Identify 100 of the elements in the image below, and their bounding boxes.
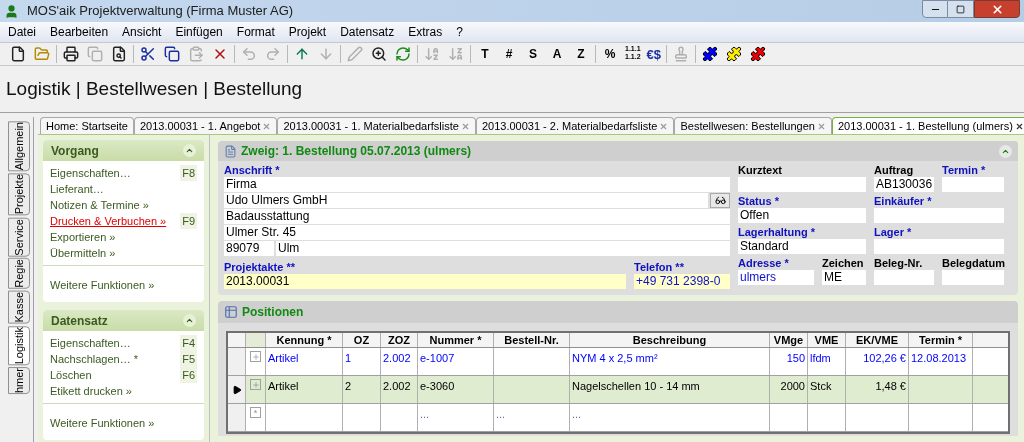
format-button[interactable]: T <box>476 45 494 63</box>
menu-item[interactable]: Datensatz <box>336 23 399 41</box>
format-button[interactable]: S <box>524 45 542 63</box>
menu-item[interactable]: Extras <box>404 23 447 41</box>
side-tab[interactable]: hmer <box>8 367 30 395</box>
table-cell: ... <box>418 404 494 431</box>
format-button[interactable]: # <box>500 45 518 63</box>
task-link[interactable]: Lieferant… <box>50 180 104 198</box>
side-tab[interactable]: Service <box>8 217 30 257</box>
column-header[interactable]: Bestell-Nr. <box>494 333 570 347</box>
input-field[interactable] <box>942 177 1004 192</box>
menu-item[interactable]: Datei <box>4 23 40 41</box>
input-field[interactable]: Udo Ulmers GmbH <box>224 193 708 208</box>
search-icon[interactable] <box>370 45 388 63</box>
column-header[interactable]: OZ <box>343 333 381 347</box>
restore-icon <box>956 4 965 14</box>
collapse-button[interactable] <box>999 144 1012 158</box>
side-tab[interactable]: Kasse <box>8 291 30 324</box>
task-link[interactable]: Exportieren » <box>50 228 116 246</box>
cut-icon[interactable] <box>139 45 157 63</box>
table-cell: 150 <box>770 348 808 375</box>
glasses-icon[interactable] <box>710 193 730 208</box>
input-field[interactable] <box>942 270 1004 285</box>
column-header[interactable]: ZOZ <box>381 333 418 347</box>
more-functions-link[interactable]: Weitere Funktionen » <box>50 279 155 291</box>
task-link[interactable]: Löschen <box>50 366 92 384</box>
column-header[interactable]: Beschreibung <box>570 333 770 347</box>
input-field[interactable]: Ulm <box>276 241 730 256</box>
page-heading: Logistik | Bestellwesen | Bestellung <box>6 76 303 101</box>
column-header[interactable]: VME <box>808 333 846 347</box>
menu-item[interactable]: Projekt <box>284 23 331 41</box>
input-field[interactable]: 2013.00031 <box>224 274 626 289</box>
input-field[interactable]: AB130036 <box>874 177 934 192</box>
input-field[interactable] <box>874 239 1004 254</box>
column-header[interactable]: Kennung * <box>266 333 343 347</box>
document-tab[interactable]: 2013.00031 - 2. Materialbedarfsliste <box>475 117 675 134</box>
folder-icon[interactable] <box>33 45 51 63</box>
side-tab[interactable]: Logistik <box>8 325 30 365</box>
document-tab[interactable]: Bestellwesen: Bestellungen <box>674 117 832 134</box>
puzzle-icon[interactable] <box>749 45 768 63</box>
input-field[interactable] <box>874 208 1004 223</box>
currency-button[interactable]: €$ <box>646 45 662 63</box>
expand-button[interactable] <box>250 379 261 390</box>
task-link[interactable]: Eigenschaften… <box>50 334 131 352</box>
format-button[interactable]: Z <box>572 45 590 63</box>
column-header[interactable]: Nummer * <box>418 333 494 347</box>
column-header[interactable]: EK/VME <box>846 333 909 347</box>
more-functions-link[interactable]: Weitere Funktionen » <box>50 417 155 429</box>
menu-item[interactable]: ? <box>452 23 467 41</box>
side-tab[interactable]: Allgemein <box>8 121 30 172</box>
collapse-button[interactable] <box>183 314 196 327</box>
task-link[interactable]: Etikett drucken » <box>50 382 132 400</box>
menu-item[interactable]: Format <box>232 23 279 41</box>
format-button[interactable]: % <box>601 45 619 63</box>
table-icon <box>224 305 238 319</box>
menu-item[interactable]: Bearbeiten <box>46 23 113 41</box>
task-link[interactable]: Notizen & Termine » <box>50 196 149 214</box>
close-button[interactable] <box>974 0 1020 18</box>
side-tab[interactable]: Regie <box>8 258 30 290</box>
row-header[interactable] <box>228 376 246 403</box>
input-field[interactable]: +49 731 2398-0 <box>634 274 730 289</box>
input-field[interactable] <box>874 270 934 285</box>
input-field[interactable]: 89079 <box>224 241 274 256</box>
input-field[interactable]: Firma <box>224 177 730 192</box>
menu-item[interactable]: Einfügen <box>171 23 227 41</box>
expand-button[interactable] <box>250 351 261 362</box>
shortcut-key: F9 <box>180 212 197 230</box>
minimize-button[interactable] <box>922 0 948 18</box>
collapse-button[interactable] <box>183 144 196 157</box>
menu-item[interactable]: Ansicht <box>118 23 166 41</box>
task-link[interactable]: Eigenschaften… <box>50 164 131 182</box>
document-tab[interactable]: Home: Startseite <box>40 117 134 134</box>
copy-icon[interactable] <box>163 45 181 63</box>
table-row[interactable]: Artikel 2 2.002 e-3060 Nagelschellen 10 - 14 mm 2000 Stck 1,48 € <box>228 376 1008 404</box>
task-link[interactable]: Übermitteln » <box>50 244 116 262</box>
document-tab[interactable]: 2013.00031 - 1. Materialbedarfsliste <box>277 117 476 134</box>
close-icon[interactable] <box>1014 121 1024 131</box>
input-field[interactable]: Ulmer Str. 45 <box>224 225 730 240</box>
document-tab[interactable]: 2013.00031 - 1. Angebot <box>133 117 278 134</box>
puzzle-icon[interactable] <box>701 45 720 63</box>
print-icon[interactable] <box>62 45 80 63</box>
document-tab[interactable]: 2013.00031 - 1. Bestellung (ulmers) <box>831 117 1024 134</box>
puzzle-icon[interactable] <box>725 45 744 63</box>
input-field[interactable]: ME <box>822 270 866 285</box>
column-header[interactable]: Termin * <box>909 333 973 347</box>
format-button[interactable]: A <box>548 45 566 63</box>
column-header[interactable]: VMge <box>770 333 808 347</box>
task-link[interactable]: Nachschlagen… <box>50 350 131 368</box>
input-field[interactable] <box>738 177 866 192</box>
new-file-icon[interactable] <box>9 45 27 63</box>
preview-icon[interactable] <box>110 45 128 63</box>
side-tab[interactable]: Projekte <box>8 173 30 216</box>
input-field[interactable]: ulmers <box>738 270 814 285</box>
input-field[interactable]: Badausstattung <box>224 209 730 224</box>
task-link[interactable]: Drucken & Verbuchen » <box>50 212 167 230</box>
table-row[interactable]: Artikel 1 2.002 e-1007 NYM 4 x 2,5 mm² 150 lfdm 102,26 € 12.08.2013 <box>228 348 1008 376</box>
input-field[interactable]: Standard <box>738 239 866 254</box>
refresh-icon[interactable] <box>394 45 412 63</box>
restore-button[interactable] <box>948 0 974 18</box>
input-field[interactable]: Offen <box>738 208 866 223</box>
